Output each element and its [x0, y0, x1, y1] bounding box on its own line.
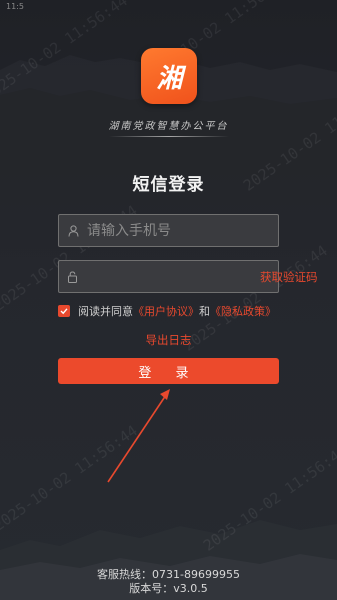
lock-icon [67, 270, 78, 283]
app-subtitle: 湖南党政智慧办公平台 [108, 121, 229, 132]
logo-text: 湘 [156, 63, 182, 94]
privacy-policy-link[interactable]: 《隐私政策》 [210, 303, 276, 319]
app-subtitle-container: 湖南党政智慧办公平台 [0, 117, 337, 137]
export-log-link[interactable]: 导出日志 [0, 332, 337, 348]
user-icon [67, 224, 79, 237]
agreement-prefix: 阅读并同意 [78, 305, 133, 318]
page-title: 短信登录 [132, 175, 205, 195]
status-time: 11:5 [6, 2, 24, 11]
app-logo: 湘 [140, 48, 197, 104]
footer: 客服热线：0731-89699955 版本号：v3.0.5 [0, 568, 337, 596]
logo-container: 湘 [0, 48, 337, 108]
service-hotline: 客服热线：0731-89699955 [97, 568, 240, 581]
user-agreement-link[interactable]: 《用户协议》 [133, 303, 199, 319]
version-number: 版本号：v3.0.5 [129, 582, 208, 595]
phone-input[interactable] [87, 222, 278, 239]
subtitle-underline [108, 136, 229, 137]
agreement-checkbox[interactable] [58, 305, 70, 317]
agreement-and: 和 [199, 305, 210, 318]
login-button[interactable]: 登 录 [58, 358, 279, 384]
phone-field[interactable] [58, 214, 279, 247]
get-code-button[interactable]: 获取验证码 [260, 269, 325, 285]
code-input[interactable] [86, 268, 260, 285]
status-bar: 11:5 [0, 0, 337, 14]
code-field[interactable]: 获取验证码 [58, 260, 318, 293]
check-icon [60, 308, 68, 315]
agreement-row: 阅读并同意 《用户协议》 和 《隐私政策》 [58, 304, 298, 318]
